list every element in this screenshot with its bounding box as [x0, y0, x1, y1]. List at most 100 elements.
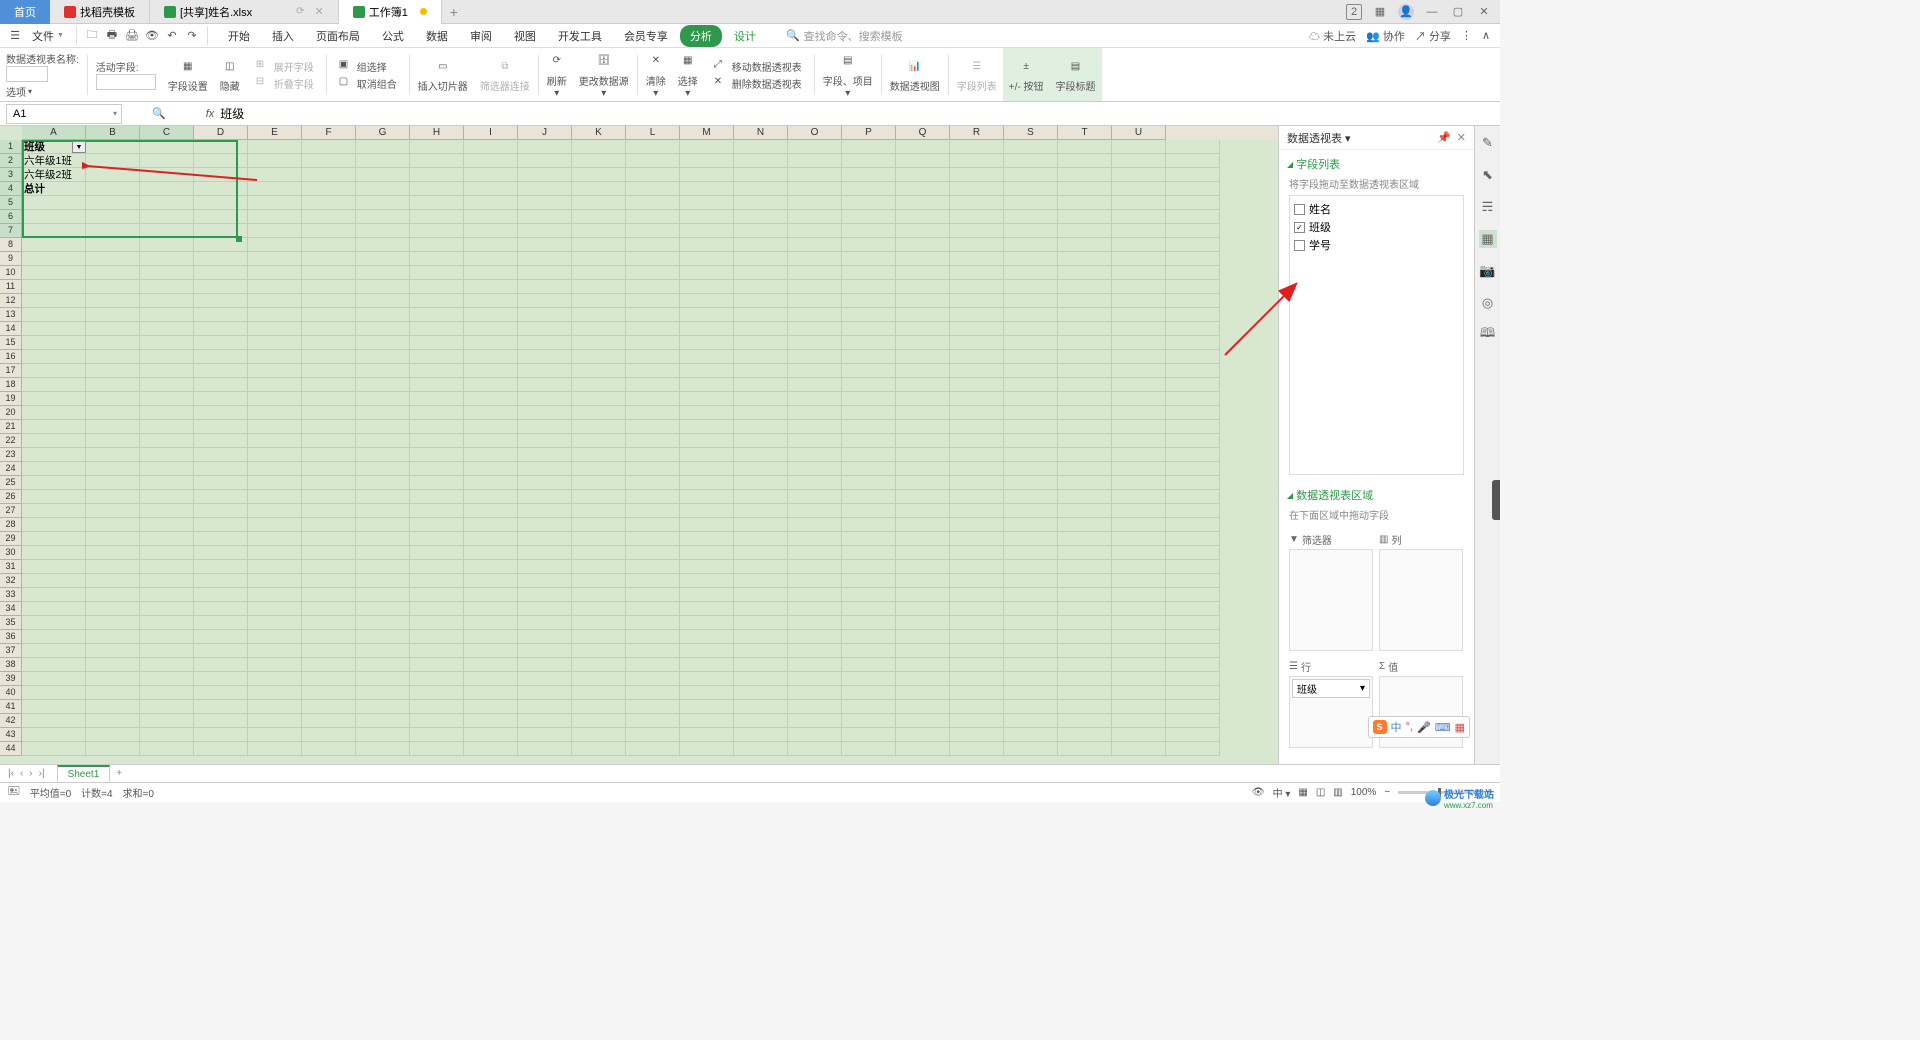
close-icon[interactable]: ✕ — [1476, 4, 1492, 20]
col-header-J[interactable]: J — [518, 126, 572, 140]
grid-cells[interactable]: 班级 ▼ 六年级1班 六年级2班 总计 — [22, 140, 1278, 764]
save-icon[interactable]: 🗀 — [83, 27, 101, 45]
row-header-14[interactable]: 14 — [0, 322, 22, 336]
tab-formula[interactable]: 公式 — [372, 25, 414, 47]
change-source-button[interactable]: 🗄更改数据源▾ — [573, 48, 635, 101]
row-header-3[interactable]: 3 — [0, 168, 22, 182]
close-tab-icon[interactable]: ✕ — [315, 5, 324, 18]
col-header-G[interactable]: G — [356, 126, 410, 140]
row-header-7[interactable]: 7 — [0, 224, 22, 238]
select-button[interactable]: ▦选择▾ — [672, 48, 704, 101]
ime-grid-icon[interactable]: ▦ — [1455, 721, 1465, 734]
checkbox-icon[interactable] — [1294, 204, 1305, 215]
move-pivot-button[interactable]: ⤢移动数据透视表 — [710, 58, 806, 75]
refresh-button[interactable]: ⟳刷新▾ — [541, 48, 573, 101]
field-item-2[interactable]: 学号 — [1294, 236, 1459, 254]
ime-keyboard-icon[interactable]: ⌨ — [1435, 721, 1451, 734]
row-header-35[interactable]: 35 — [0, 616, 22, 630]
field-headers-button[interactable]: ▤字段标题 — [1050, 48, 1102, 101]
tab-start[interactable]: 开始 — [218, 25, 260, 47]
cloud-status[interactable]: ☁ 未上云 — [1309, 28, 1356, 44]
row-header-41[interactable]: 41 — [0, 700, 22, 714]
filter-area[interactable] — [1289, 549, 1373, 651]
formula-input[interactable]: 班级 — [220, 105, 244, 122]
col-header-O[interactable]: O — [788, 126, 842, 140]
row-header-25[interactable]: 25 — [0, 476, 22, 490]
row-header-23[interactable]: 23 — [0, 448, 22, 462]
row-header-34[interactable]: 34 — [0, 602, 22, 616]
preview-icon[interactable]: 👁 — [143, 27, 161, 45]
column-area[interactable] — [1379, 549, 1463, 651]
print-icon[interactable]: 🖨 — [123, 27, 141, 45]
row-header-21[interactable]: 21 — [0, 420, 22, 434]
row-header-30[interactable]: 30 — [0, 546, 22, 560]
ime-toolbar[interactable]: S 中 °, 🎤 ⌨ ▦ — [1368, 716, 1470, 738]
row-header-40[interactable]: 40 — [0, 686, 22, 700]
col-header-P[interactable]: P — [842, 126, 896, 140]
cell-reference-input[interactable]: A1 — [6, 104, 122, 124]
checkbox-icon[interactable] — [1294, 240, 1305, 251]
add-tab-button[interactable]: + — [442, 4, 466, 20]
col-header-T[interactable]: T — [1058, 126, 1112, 140]
side-settings-icon[interactable]: ☴ — [1479, 198, 1497, 216]
options-button[interactable]: 选项 — [6, 84, 32, 99]
eye-icon[interactable]: 👁 — [1252, 787, 1265, 798]
row-header-10[interactable]: 10 — [0, 266, 22, 280]
menu-icon[interactable]: ☰ — [6, 27, 24, 45]
row-header-26[interactable]: 26 — [0, 490, 22, 504]
side-book-icon[interactable]: 🕮 — [1479, 326, 1497, 344]
zoom-out-icon[interactable]: − — [1384, 787, 1390, 798]
col-header-K[interactable]: K — [572, 126, 626, 140]
row-header-11[interactable]: 11 — [0, 280, 22, 294]
field-item-0[interactable]: 姓名 — [1294, 200, 1459, 218]
tab-shared-file[interactable]: [共享]姓名.xlsx⟳✕ — [150, 0, 339, 24]
record-icon[interactable]: 🖭 — [8, 784, 20, 801]
ime-mic-icon[interactable]: 🎤 — [1417, 721, 1431, 734]
row-header-20[interactable]: 20 — [0, 406, 22, 420]
row-header-44[interactable]: 44 — [0, 742, 22, 756]
refresh-icon[interactable]: ⟳ — [296, 6, 304, 17]
row-header-43[interactable]: 43 — [0, 728, 22, 742]
user-icon[interactable]: 👤 — [1398, 4, 1414, 20]
side-pivot-icon[interactable]: ▦ — [1479, 230, 1497, 248]
file-menu[interactable]: 文件 — [26, 28, 70, 44]
maximize-icon[interactable]: ▢ — [1450, 4, 1466, 20]
ime-lang[interactable]: 中 — [1391, 719, 1402, 735]
row-header-6[interactable]: 6 — [0, 210, 22, 224]
checkbox-icon[interactable]: ✓ — [1294, 222, 1305, 233]
cell-a3[interactable]: 六年级2班 — [22, 168, 86, 182]
side-location-icon[interactable]: ◎ — [1479, 294, 1497, 312]
row-header-17[interactable]: 17 — [0, 364, 22, 378]
tab-view[interactable]: 视图 — [504, 25, 546, 47]
selection-handle[interactable] — [236, 236, 242, 242]
row-header-8[interactable]: 8 — [0, 238, 22, 252]
sheet-last-icon[interactable]: ›| — [39, 768, 45, 779]
tab-home[interactable]: 首页 — [0, 0, 50, 24]
row-header-27[interactable]: 27 — [0, 504, 22, 518]
row-header-9[interactable]: 9 — [0, 252, 22, 266]
chevron-up-icon[interactable]: ∧ — [1482, 29, 1490, 42]
row-header-15[interactable]: 15 — [0, 336, 22, 350]
ungroup-button[interactable]: ▢取消组合 — [335, 75, 401, 92]
col-header-E[interactable]: E — [248, 126, 302, 140]
spreadsheet-grid[interactable]: ABCDEFGHIJKLMNOPQRSTU 123456789101112131… — [0, 126, 1278, 764]
row-header-42[interactable]: 42 — [0, 714, 22, 728]
row-header-24[interactable]: 24 — [0, 462, 22, 476]
row-header-18[interactable]: 18 — [0, 378, 22, 392]
view-normal-icon[interactable]: ▦ — [1298, 787, 1307, 798]
row-header-12[interactable]: 12 — [0, 294, 22, 308]
pm-button[interactable]: ±+/- 按钮 — [1003, 48, 1050, 101]
col-header-U[interactable]: U — [1112, 126, 1166, 140]
row-header-16[interactable]: 16 — [0, 350, 22, 364]
tab-layout[interactable]: 页面布局 — [306, 25, 370, 47]
row-header-37[interactable]: 37 — [0, 644, 22, 658]
col-header-D[interactable]: D — [194, 126, 248, 140]
row-header-2[interactable]: 2 — [0, 154, 22, 168]
view-break-icon[interactable]: ▥ — [1333, 787, 1342, 798]
tab-member[interactable]: 会员专享 — [614, 25, 678, 47]
share-button[interactable]: ↗ 分享 — [1415, 28, 1451, 44]
tab-data[interactable]: 数据 — [416, 25, 458, 47]
more-icon[interactable]: ⋮ — [1461, 29, 1472, 42]
field-item-1[interactable]: ✓班级 — [1294, 218, 1459, 236]
view-page-icon[interactable]: ◫ — [1316, 787, 1325, 798]
